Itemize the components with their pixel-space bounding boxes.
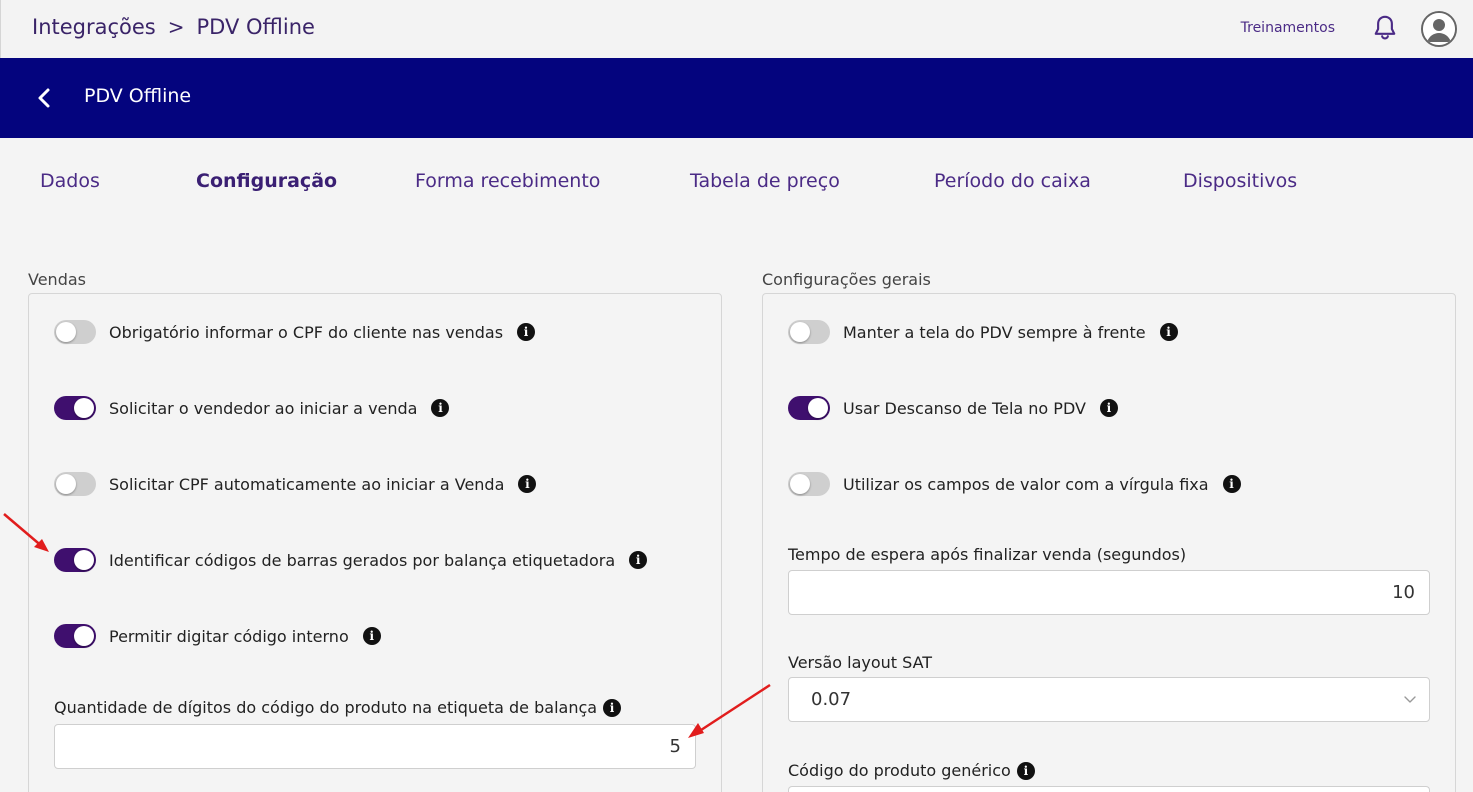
info-icon[interactable]: i <box>603 698 622 717</box>
breadcrumb: Integrações > PDV Offline <box>32 15 315 39</box>
toggle-row-virgula-fixa: Utilizar os campos de valor com a vírgul… <box>788 471 1241 497</box>
info-icon[interactable]: i <box>1099 399 1118 417</box>
toggle-row-solicitar-cpf: Solicitar CPF automaticamente ao iniciar… <box>54 471 537 497</box>
wait-input-value: 10 <box>1392 582 1415 603</box>
page-title: PDV Offline <box>84 85 192 107</box>
tab-periodo-do-caixa[interactable]: Período do caixa <box>934 170 1091 192</box>
toggle-label: Obrigatório informar o CPF do cliente na… <box>109 322 504 342</box>
info-icon[interactable]: i <box>1159 323 1178 341</box>
tab-bar: Dados Configuração Forma recebimento Tab… <box>0 170 1473 200</box>
vendas-section-title: Vendas <box>28 270 86 289</box>
toggle-label: Utilizar os campos de valor com a vírgul… <box>843 474 1209 494</box>
toggle-row-cpf-obrigatorio: Obrigatório informar o CPF do cliente na… <box>54 319 536 345</box>
annotation-arrow <box>3 513 49 552</box>
toggle-row-balanca-etiquetadora: Identificar códigos de barras gerados po… <box>54 547 648 573</box>
breadcrumb-root[interactable]: Integrações <box>32 15 156 39</box>
breadcrumb-current: PDV Offline <box>196 15 315 39</box>
generic-label-text: Código do produto genérico <box>788 761 1011 780</box>
toggle-row-codigo-interno: Permitir digitar código interno i <box>54 623 381 649</box>
toggle-label: Solicitar CPF automaticamente ao iniciar… <box>109 474 505 494</box>
toggle-switch[interactable] <box>54 548 96 572</box>
user-avatar-icon[interactable] <box>1421 11 1457 47</box>
toggle-row-manter-tela: Manter a tela do PDV sempre à frente i <box>788 319 1178 345</box>
info-icon[interactable]: i <box>362 627 381 645</box>
trainings-link[interactable]: Treinamentos <box>1241 20 1335 36</box>
wait-field-label: Tempo de espera após finalizar venda (se… <box>788 545 1186 564</box>
generic-product-field-label: Código do produto genérico i <box>788 761 1035 780</box>
toggle-label: Manter a tela do PDV sempre à frente <box>843 322 1146 342</box>
tab-configuracao[interactable]: Configuração <box>196 170 337 192</box>
digits-input[interactable]: 5 <box>54 724 696 769</box>
chevron-left-icon[interactable] <box>34 83 56 113</box>
toggle-switch[interactable] <box>54 320 96 344</box>
bell-icon[interactable] <box>1370 13 1400 43</box>
toggle-switch[interactable] <box>788 320 830 344</box>
chevron-down-icon <box>1404 696 1416 703</box>
sat-field-label: Versão layout SAT <box>788 653 932 672</box>
info-icon[interactable]: i <box>431 399 450 417</box>
toggle-row-descanso-tela: Usar Descanso de Tela no PDV i <box>788 395 1118 421</box>
info-icon[interactable]: i <box>1222 475 1241 493</box>
info-icon[interactable]: i <box>629 551 648 569</box>
toggle-switch[interactable] <box>788 396 830 420</box>
tab-dispositivos[interactable]: Dispositivos <box>1183 170 1297 192</box>
sat-select-value: 0.07 <box>811 689 852 710</box>
wait-label-text: Tempo de espera após finalizar venda (se… <box>788 545 1187 564</box>
tab-tabela-de-preco[interactable]: Tabela de preço <box>690 170 840 192</box>
annotation-arrow <box>688 683 771 738</box>
info-icon[interactable]: i <box>518 475 537 493</box>
info-icon[interactable]: i <box>517 323 536 341</box>
vendas-panel <box>28 293 722 792</box>
sat-version-select[interactable]: 0.07 <box>788 677 1430 722</box>
top-bar: Integrações > PDV Offline Treinamentos <box>0 0 1473 58</box>
tab-dados[interactable]: Dados <box>40 170 100 192</box>
digits-field-label: Quantidade de dígitos do código do produ… <box>54 698 622 717</box>
tab-forma-recebimento[interactable]: Forma recebimento <box>415 170 600 192</box>
page-header: PDV Offline <box>0 58 1473 138</box>
digits-label-text: Quantidade de dígitos do código do produ… <box>54 698 598 717</box>
wait-seconds-input[interactable]: 10 <box>788 570 1430 615</box>
toggle-label: Usar Descanso de Tela no PDV <box>843 398 1086 418</box>
toggle-switch[interactable] <box>54 624 96 648</box>
generic-product-input[interactable] <box>788 786 1430 792</box>
toggle-label: Identificar códigos de barras gerados po… <box>109 550 616 570</box>
toggle-label: Permitir digitar código interno <box>109 626 349 646</box>
gerais-section-title: Configurações gerais <box>762 270 931 289</box>
toggle-row-solicitar-vendedor: Solicitar o vendedor ao iniciar a venda … <box>54 395 450 421</box>
toggle-switch[interactable] <box>788 472 830 496</box>
toggle-label: Solicitar o vendedor ao iniciar a venda <box>109 398 418 418</box>
sat-label-text: Versão layout SAT <box>788 653 933 672</box>
toggle-switch[interactable] <box>54 472 96 496</box>
breadcrumb-separator: > <box>167 15 185 39</box>
info-icon[interactable]: i <box>1016 761 1035 780</box>
toggle-switch[interactable] <box>54 396 96 420</box>
